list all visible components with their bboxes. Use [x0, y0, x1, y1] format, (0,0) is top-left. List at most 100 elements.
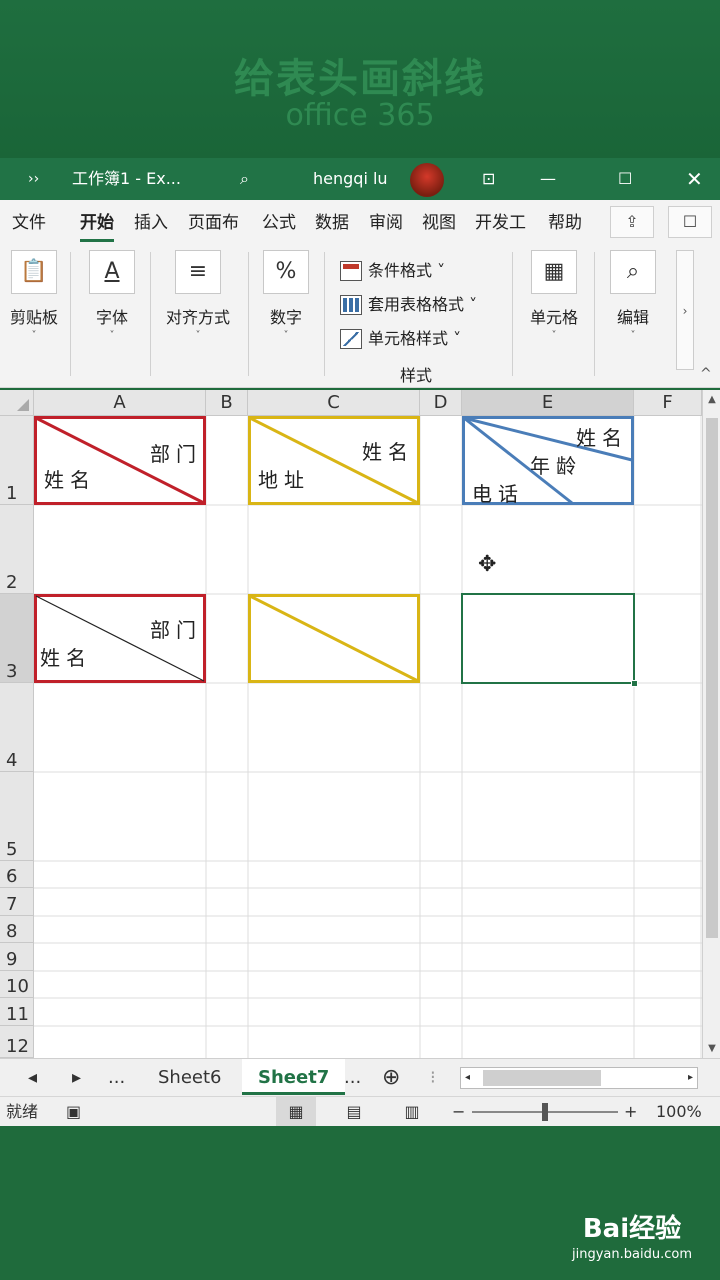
macro-record-icon[interactable]: ▣	[66, 1097, 81, 1127]
scrollbar-thumb[interactable]	[706, 418, 718, 938]
page-break-view-icon[interactable]: ▥	[392, 1097, 432, 1127]
cell-styles-button[interactable]: 单元格样式 ˅	[340, 322, 477, 356]
tab-review[interactable]: 审阅	[369, 210, 403, 236]
more-sheets-right[interactable]: ...	[344, 1059, 361, 1097]
baidu-jingyan-watermark: Bai经验 jingyan.baidu.com	[552, 1208, 712, 1262]
title-bar: ›› 工作簿1 - Ex... ⌕ hengqi lu ⊡ — ☐ ✕	[0, 158, 720, 200]
chevron-down-icon: ˅	[630, 330, 636, 341]
clipboard-label: 剪贴板	[9, 308, 58, 327]
horizontal-scrollbar[interactable]: ◂ ▸	[460, 1067, 698, 1089]
scroll-right-icon[interactable]: ▸	[688, 1068, 693, 1088]
ribbon-divider	[512, 252, 513, 376]
tab-help[interactable]: 帮助	[548, 210, 582, 236]
fill-handle[interactable]	[631, 680, 638, 687]
tab-developer[interactable]: 开发工	[475, 210, 526, 236]
zoom-level[interactable]: 100%	[656, 1097, 702, 1127]
more-sheets-left[interactable]: ...	[108, 1059, 125, 1097]
banner-subtitle: office 365	[285, 98, 435, 133]
clipboard-icon: 📋	[11, 250, 57, 294]
zoom-slider-thumb[interactable]	[542, 1103, 548, 1121]
baidu-url: jingyan.baidu.com	[572, 1247, 692, 1262]
cell-styles-label: 单元格样式 ˅	[368, 329, 462, 348]
collapse-ribbon-icon[interactable]: ^	[700, 366, 712, 382]
comment-icon[interactable]: ☐	[668, 206, 712, 238]
conditional-formatting-button[interactable]: 条件格式 ˅	[340, 254, 477, 288]
share-icon[interactable]: ⇪	[610, 206, 654, 238]
tab-home[interactable]: 开始	[80, 210, 114, 242]
status-ready: 就绪	[6, 1102, 39, 1121]
ribbon-divider	[248, 252, 249, 376]
editing-group[interactable]: ⌕ 编辑 ˅	[606, 250, 660, 341]
chevron-down-icon: ˅	[551, 330, 557, 341]
scroll-down-icon[interactable]: ▼	[703, 1043, 720, 1054]
alignment-label: 对齐方式	[165, 308, 230, 327]
status-bar: 就绪 ▣ ▦ ▤ ▥ − + 100%	[0, 1096, 720, 1127]
header-label-top: 部门	[150, 618, 202, 642]
previous-sheet-icon[interactable]: ◂	[28, 1059, 37, 1097]
header-label-bottom: 地址	[258, 468, 310, 492]
cell-style-icon	[340, 329, 362, 349]
number-group[interactable]: % 数字 ˅	[260, 250, 312, 341]
header-cell-a1[interactable]: 部门 姓名	[34, 416, 206, 505]
diagonal-border	[248, 594, 420, 683]
table-format-icon	[340, 295, 362, 315]
ribbon-tabs: 文件 开始 插入 页面布 公式 数据 审阅 视图 开发工 帮助 ⇪ ☐	[0, 200, 720, 244]
tab-file[interactable]: 文件	[12, 210, 46, 236]
chevron-down-icon: ˅	[283, 330, 289, 341]
user-name[interactable]: hengqi lu	[313, 158, 388, 200]
zoom-out-icon[interactable]: −	[452, 1097, 465, 1127]
scroll-up-icon[interactable]: ▲	[703, 394, 720, 405]
header-cell-e1[interactable]: 姓名 年龄 电话	[462, 416, 634, 506]
conditional-formatting-label: 条件格式 ˅	[368, 261, 446, 280]
clipboard-group[interactable]: 📋 剪贴板 ˅	[6, 250, 62, 341]
add-sheet-icon[interactable]: ⊕	[382, 1059, 400, 1097]
worksheet-grid[interactable]: A B C D E F 1 2 3 4 5 6 7 8 9 10 11 12 部…	[0, 390, 720, 1058]
ribbon-divider	[70, 252, 71, 376]
format-as-table-button[interactable]: 套用表格格式 ˅	[340, 288, 477, 322]
tab-insert[interactable]: 插入	[134, 210, 168, 236]
normal-view-icon[interactable]: ▦	[276, 1097, 316, 1127]
sheet-tab-sheet7[interactable]: Sheet7	[242, 1059, 346, 1095]
splitter-icon[interactable]: ⁝	[430, 1059, 436, 1097]
font-group[interactable]: A 字体 ˅	[86, 250, 138, 341]
alignment-group[interactable]: ≡ 对齐方式 ˅	[160, 250, 236, 341]
header-cell-a3[interactable]: 部门 姓名	[34, 594, 206, 683]
cells-icon: ▦	[531, 250, 577, 294]
selected-cell-e3[interactable]	[461, 593, 638, 687]
search-icon[interactable]: ⌕	[240, 158, 266, 200]
ribbon-divider	[150, 252, 151, 376]
scrollbar-thumb[interactable]	[483, 1070, 601, 1086]
minimize-icon[interactable]: —	[540, 158, 566, 200]
ribbon-scroll-right-icon[interactable]: ›	[676, 250, 694, 370]
chevron-down-icon: ˅	[195, 330, 201, 341]
page-layout-view-icon[interactable]: ▤	[334, 1097, 374, 1127]
chevron-down-icon: ˅	[31, 330, 37, 341]
banner-title: 给表头画斜线	[234, 56, 486, 102]
header-label-bottom: 姓名	[40, 646, 92, 670]
avatar[interactable]	[410, 163, 444, 197]
ribbon-display-options-icon[interactable]: ⊡	[482, 158, 508, 200]
tab-formulas[interactable]: 公式	[262, 210, 296, 236]
ribbon-divider	[324, 252, 325, 376]
scroll-left-icon[interactable]: ◂	[465, 1068, 470, 1088]
cells-group[interactable]: ▦ 单元格 ˅	[524, 250, 584, 341]
tab-data[interactable]: 数据	[315, 210, 349, 236]
zoom-in-icon[interactable]: +	[624, 1097, 637, 1127]
tab-page-layout[interactable]: 页面布	[188, 210, 239, 236]
vertical-scrollbar[interactable]: ▲ ▼	[702, 390, 720, 1058]
video-banner: 给表头画斜线 office 365	[0, 0, 720, 158]
font-color-icon: A	[89, 250, 135, 294]
styles-group: 条件格式 ˅ 套用表格格式 ˅ 单元格样式 ˅	[340, 254, 477, 356]
quick-access-more-icon[interactable]: ››	[28, 158, 39, 200]
next-sheet-icon[interactable]: ▸	[72, 1059, 81, 1097]
percent-icon: %	[263, 250, 309, 294]
maximize-icon[interactable]: ☐	[618, 158, 644, 200]
tab-view[interactable]: 视图	[422, 210, 456, 236]
document-title: 工作簿1 - Ex...	[72, 169, 181, 188]
format-as-table-label: 套用表格格式 ˅	[368, 295, 478, 314]
sheet-tab-sheet6[interactable]: Sheet6	[142, 1059, 238, 1097]
styles-caption: 样式	[400, 366, 433, 385]
close-icon[interactable]: ✕	[686, 158, 712, 200]
header-cell-c3[interactable]	[248, 594, 420, 683]
header-cell-c1[interactable]: 姓名 地址	[248, 416, 420, 505]
